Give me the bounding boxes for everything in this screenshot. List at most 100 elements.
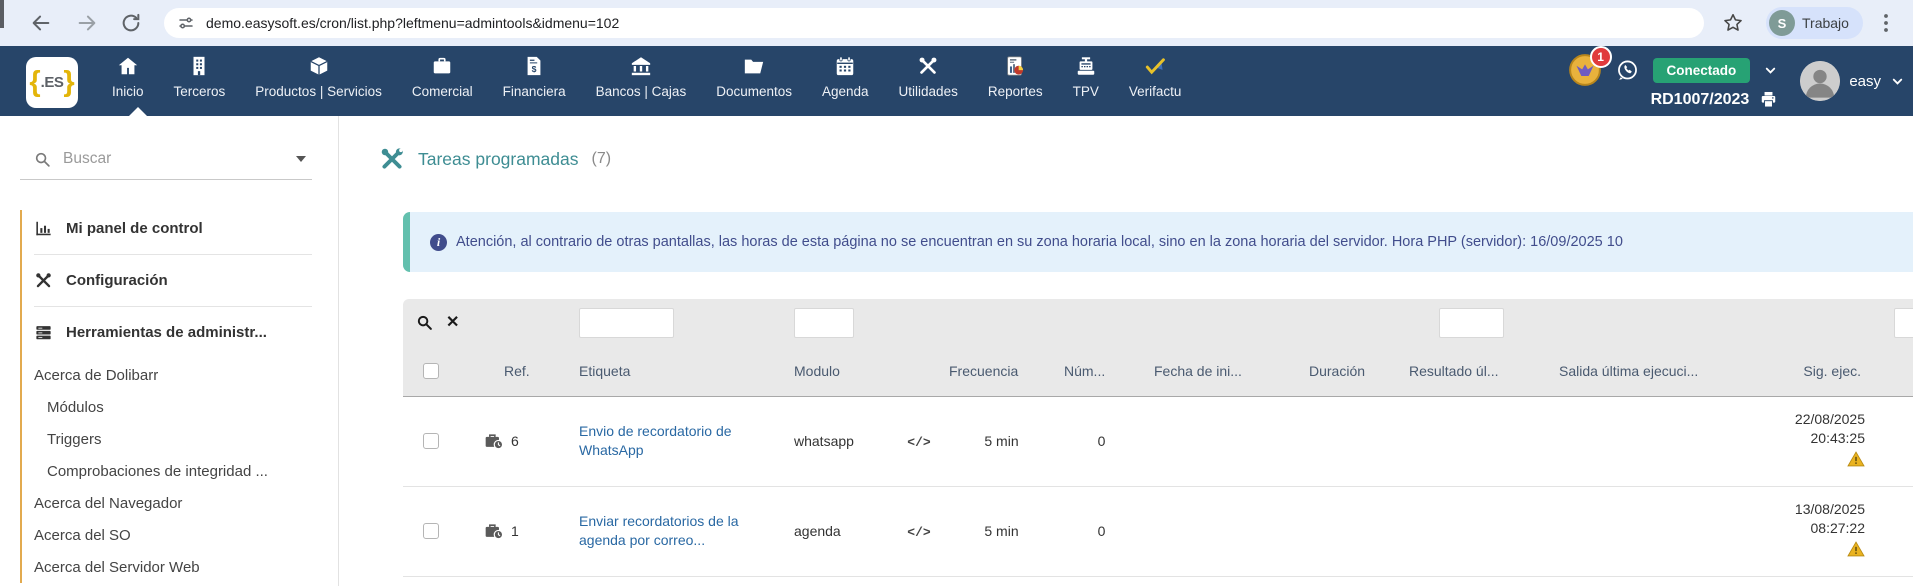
reload-icon[interactable] [120, 12, 142, 34]
home-icon [118, 57, 137, 75]
select-all-checkbox[interactable] [423, 362, 439, 379]
browser-profile-chip[interactable]: S Trabajo [1766, 7, 1863, 39]
warning-icon [1847, 451, 1865, 467]
nav-item-productos-servicios[interactable]: Productos | Servicios [240, 46, 397, 116]
regulation-reference: RD1007/2023 [1650, 90, 1750, 108]
col-modulo[interactable]: Modulo [789, 346, 889, 397]
nav-item-documentos[interactable]: Documentos [701, 46, 807, 116]
profile-name: Trabajo [1802, 15, 1849, 31]
printer-icon[interactable] [1759, 90, 1778, 109]
sidebar-item-mi-panel[interactable]: Mi panel de control [34, 210, 338, 247]
cron-jobs-table: ✕ Ref. Etiqueta Modulo Frecuencia Núm...… [403, 299, 1913, 577]
app-logo[interactable]: {.ES} [26, 57, 78, 108]
col-etiqueta[interactable]: Etiqueta [574, 346, 789, 397]
sidebar-link-acerca-so[interactable]: Acerca del SO [34, 519, 316, 551]
job-frequency: 5 min [944, 486, 1054, 577]
logo-brace-right: } [63, 66, 75, 98]
filter-clear-icon[interactable]: ✕ [446, 314, 459, 331]
site-info-icon[interactable] [177, 14, 195, 32]
nav-item-terceros[interactable]: Terceros [159, 46, 241, 116]
job-module: agenda [789, 486, 889, 577]
sidebar-link-comprobaciones[interactable]: Comprobaciones de integridad ... [34, 455, 316, 487]
connection-status-badge[interactable]: Conectado [1652, 57, 1751, 83]
nav-item-tpv[interactable]: TPV [1058, 46, 1114, 116]
nav-item-utilidades[interactable]: Utilidades [884, 46, 973, 116]
url-text[interactable]: demo.easysoft.es/cron/list.php?leftmenu=… [206, 15, 619, 31]
server-stack-icon [36, 326, 51, 340]
col-duracion[interactable]: Duración [1294, 346, 1394, 397]
report-chart-icon [1007, 56, 1024, 76]
job-ref[interactable]: 1 [511, 523, 519, 539]
logo-brace-left: { [29, 66, 41, 98]
sidebar-link-acerca-navegador[interactable]: Acerca del Navegador [34, 487, 316, 519]
search-dropdown-caret-icon[interactable] [296, 156, 306, 162]
notification-badge[interactable]: 1 [1589, 46, 1612, 68]
sidebar-item-herramientas-admin[interactable]: Herramientas de administr... [34, 314, 338, 351]
col-ref[interactable]: Ref. [469, 346, 574, 397]
address-bar[interactable]: demo.easysoft.es/cron/list.php?leftmenu=… [164, 8, 1704, 38]
nav-item-verifactu[interactable]: Verifactu [1114, 46, 1197, 116]
divider [34, 254, 312, 255]
info-icon: i [430, 233, 447, 251]
col-frecuencia[interactable]: Frecuencia [944, 346, 1054, 397]
filter-sig-input[interactable] [1894, 307, 1913, 338]
nav-item-bancos-cajas[interactable]: Bancos | Cajas [581, 46, 702, 116]
row-checkbox[interactable] [423, 523, 439, 539]
next-exec-date: 22/08/2025 [1794, 410, 1865, 427]
tools-icon [36, 273, 51, 288]
sidebar-link-acerca-dolibarr[interactable]: Acerca de Dolibarr [34, 359, 316, 391]
page-title: Tareas programadas [418, 148, 579, 169]
nav-item-inicio[interactable]: Inicio [97, 46, 159, 116]
sidebar-link-triggers[interactable]: Triggers [34, 423, 316, 455]
job-ref[interactable]: 6 [511, 433, 519, 449]
scheduled-jobs-icon [381, 148, 403, 169]
filter-modulo-input[interactable] [794, 307, 854, 338]
browser-menu-icon[interactable] [1877, 12, 1895, 34]
next-exec-time: 20:43:25 [1810, 430, 1866, 447]
col-sig-ejec[interactable]: Sig. ejec. [1769, 346, 1879, 397]
job-label-link[interactable]: Envio de recordatorio de WhatsApp [579, 422, 789, 460]
page-title-count: (7) [591, 150, 612, 167]
chevron-down-icon[interactable] [1890, 74, 1905, 89]
col-fecha-inicio[interactable]: Fecha de ini... [1144, 346, 1294, 397]
calendar-icon [837, 56, 854, 76]
row-checkbox[interactable] [423, 433, 439, 449]
search-input[interactable] [63, 150, 284, 168]
job-label-link[interactable]: Enviar recordatorios de la agenda por co… [579, 512, 789, 550]
col-salida[interactable]: Salida última ejecuci... [1544, 346, 1769, 397]
next-exec-date: 13/08/2025 [1794, 500, 1865, 517]
main-content: Tareas programadas (7) i Atención, al co… [339, 116, 1913, 586]
col-num[interactable]: Núm... [1054, 346, 1144, 397]
user-avatar[interactable] [1800, 61, 1841, 101]
divider [34, 306, 312, 307]
nav-item-financiera[interactable]: $ Financiera [488, 46, 581, 116]
sidebar-link-acerca-servidor[interactable]: Acerca del Servidor Web [34, 551, 316, 583]
code-icon: </> [907, 434, 931, 450]
nav-item-comercial[interactable]: Comercial [397, 46, 488, 116]
back-icon[interactable] [30, 12, 52, 34]
filter-etiqueta-input[interactable] [579, 307, 674, 338]
table-row: 6 Envio de recordatorio de WhatsApp what… [403, 396, 1913, 487]
nav-item-reportes[interactable]: Reportes [973, 46, 1058, 116]
warning-icon [1847, 541, 1865, 557]
bookmark-star-icon[interactable] [1722, 12, 1744, 34]
nav-item-agenda[interactable]: Agenda [807, 46, 884, 116]
active-menu-notch [129, 107, 147, 116]
timezone-info-alert: i Atención, al contrario de otras pantal… [403, 212, 1913, 272]
module-emblem-icon[interactable]: 1 [1568, 46, 1612, 87]
filter-resultado-input[interactable] [1439, 307, 1504, 338]
tools-icon [919, 57, 937, 74]
chevron-down-icon[interactable] [1763, 63, 1778, 78]
col-resultado[interactable]: Resultado úl... [1394, 346, 1544, 397]
left-sidebar: Mi panel de control Configuración Herram… [0, 116, 339, 586]
whatsapp-icon[interactable] [1615, 58, 1640, 83]
table-row: 1 Enviar recordatorios de la agenda por … [403, 486, 1913, 577]
bank-icon [631, 57, 651, 76]
user-menu[interactable]: easy [1800, 61, 1905, 101]
filter-search-icon[interactable] [416, 314, 433, 331]
sidebar-item-configuracion[interactable]: Configuración [34, 262, 338, 299]
sidebar-link-modulos[interactable]: Módulos [34, 391, 316, 423]
forward-icon[interactable] [76, 12, 98, 34]
code-icon: </> [907, 524, 931, 540]
sidebar-links: Acerca de Dolibarr Módulos Triggers Comp… [34, 359, 338, 583]
